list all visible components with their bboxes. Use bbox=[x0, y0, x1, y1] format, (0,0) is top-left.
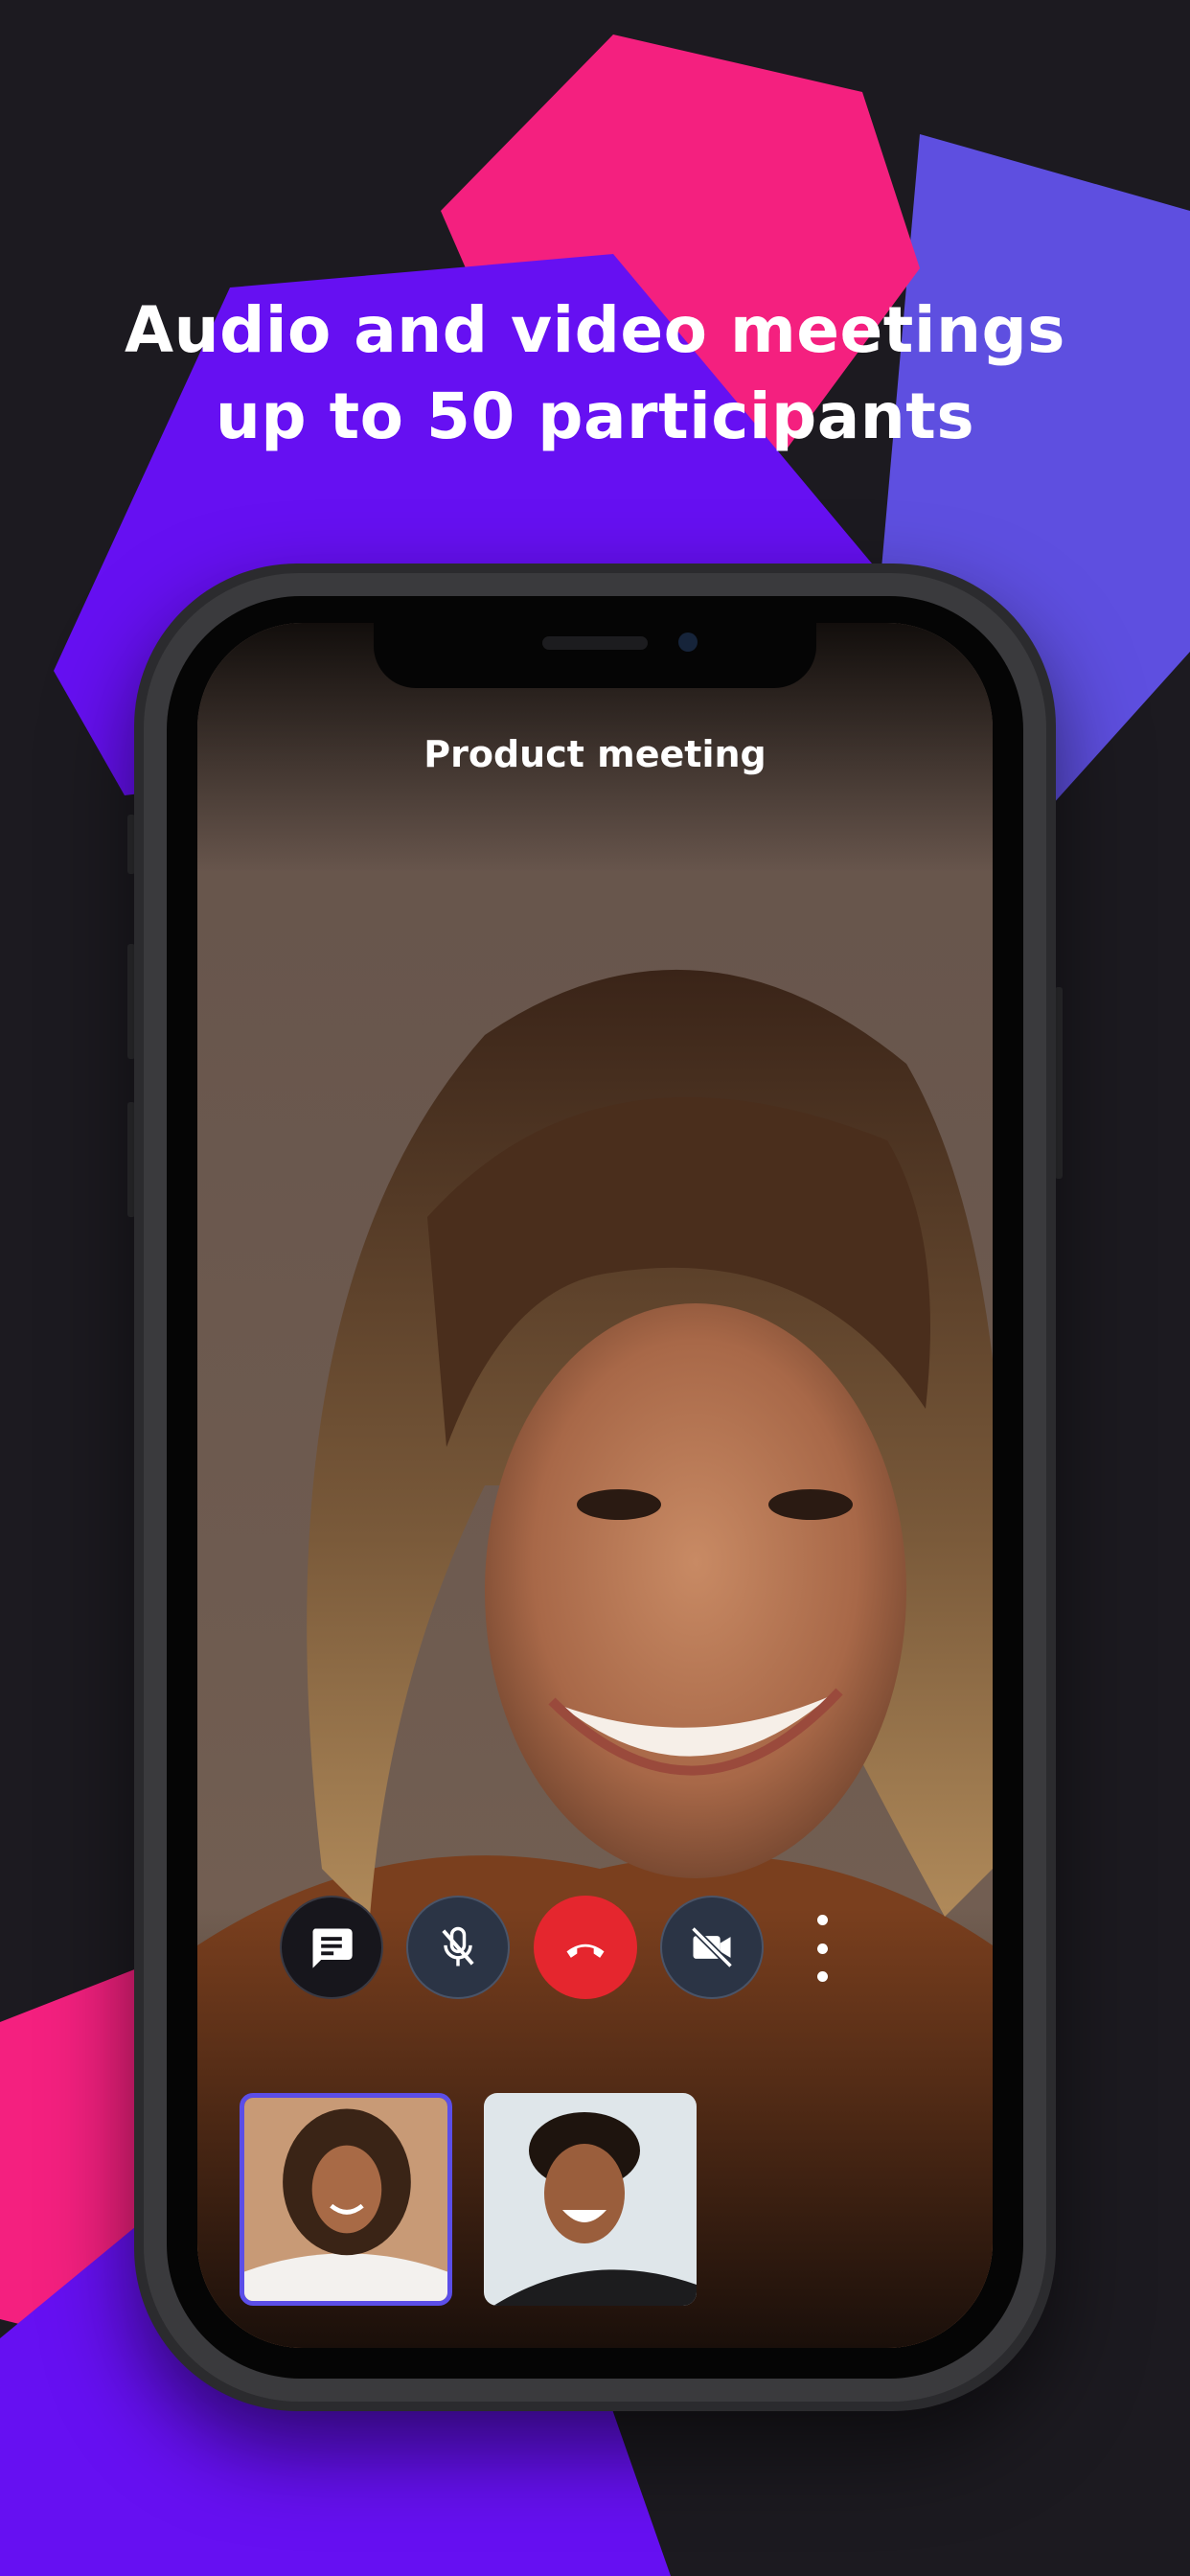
face bbox=[485, 1303, 906, 1878]
mute-microphone-button[interactable] bbox=[406, 1896, 510, 1999]
participant-2-video bbox=[484, 2093, 697, 2306]
phone-notch bbox=[374, 623, 816, 688]
video-off-icon bbox=[691, 1926, 733, 1968]
phone-speaker bbox=[542, 636, 648, 650]
end-call-button[interactable] bbox=[534, 1896, 637, 1999]
headline-line-2: up to 50 participants bbox=[215, 380, 975, 453]
video-call-screen bbox=[197, 623, 993, 2348]
chat-button[interactable] bbox=[280, 1896, 383, 1999]
call-controls bbox=[0, 1896, 1190, 2001]
meeting-title: Product meeting bbox=[423, 733, 767, 775]
participant-1-video bbox=[244, 2098, 447, 2301]
participant-tile-1[interactable] bbox=[240, 2093, 452, 2306]
more-options-button[interactable] bbox=[803, 1915, 841, 1982]
more-vertical-icon bbox=[816, 1915, 828, 1925]
phone-hangup-icon bbox=[566, 1944, 605, 1958]
headline-line-1: Audio and video meetings bbox=[125, 293, 1065, 367]
chat-icon bbox=[312, 1928, 353, 1968]
camera-off-button[interactable] bbox=[660, 1896, 764, 1999]
participant-tile-2[interactable] bbox=[484, 2093, 697, 2306]
microphone-off-icon bbox=[442, 1926, 474, 1966]
headline: Audio and video meetings up to 50 partic… bbox=[0, 288, 1190, 460]
phone-power-button bbox=[1055, 987, 1063, 1179]
front-camera bbox=[678, 632, 698, 652]
